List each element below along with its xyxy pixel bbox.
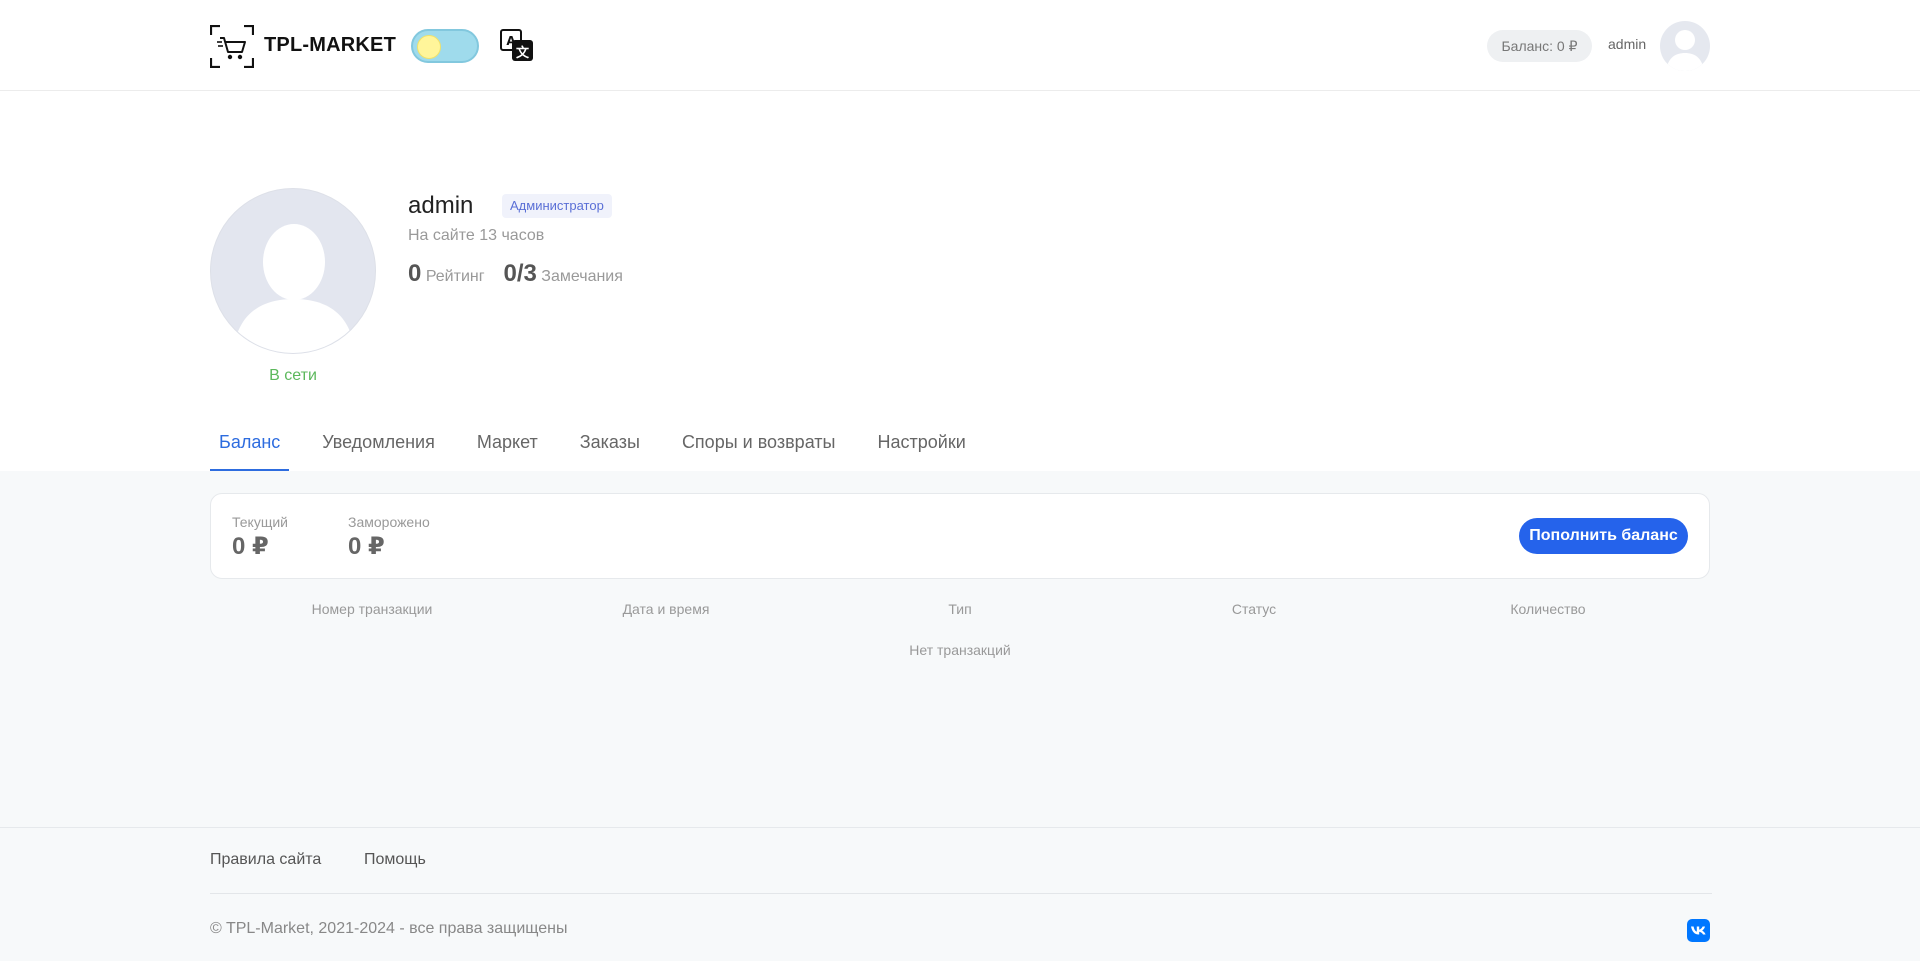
theme-toggle[interactable] [411,29,479,63]
tab-balance[interactable]: Баланс [210,420,290,471]
online-time: На сайте 13 часов [408,227,545,244]
frozen-balance-value: 0 ₽ [348,533,385,560]
user-silhouette-icon [1666,30,1704,71]
user-silhouette-icon [233,224,355,353]
profile-tabs: Баланс Уведомления Маркет Заказы Споры и… [210,420,999,471]
frozen-balance-label: Заморожено [348,514,430,530]
footer-divider [210,893,1712,894]
translate-icon[interactable]: A 文 [500,29,534,62]
warnings-value: 0/3 [503,260,537,287]
vk-icon[interactable] [1687,919,1710,942]
vk-logo-icon [1691,926,1706,935]
svg-text:文: 文 [516,45,530,61]
empty-transactions: Нет транзакций [909,642,1011,658]
online-status: В сети [269,367,317,384]
topup-button[interactable]: Пополнить баланс [1519,518,1688,554]
svg-text:A: A [506,34,516,48]
header: TPL-MARKET A 文 Баланс: 0 ₽ admin [0,0,1920,91]
balance-card: Текущий 0 ₽ Заморожено 0 ₽ Пополнить бал… [210,493,1710,579]
column-header-transaction-id: Номер транзакции [311,601,433,617]
tab-settings[interactable]: Настройки [869,420,975,471]
profile-name: admin [408,192,474,219]
cart-icon[interactable] [210,25,254,68]
column-header-status: Статус [1231,601,1277,617]
column-header-type: Тип [948,601,972,617]
tab-market[interactable]: Маркет [468,420,547,471]
current-balance-label: Текущий [232,514,288,530]
profile-stats: 0 Рейтинг 0/3 Замечания [408,260,623,288]
logo-text[interactable]: TPL-MARKET [264,34,396,57]
sun-icon [417,35,441,59]
footer-link-help[interactable]: Помощь [364,851,426,869]
profile-avatar [210,188,376,354]
tab-notifications[interactable]: Уведомления [313,420,444,471]
column-header-datetime: Дата и время [622,601,710,617]
tab-orders[interactable]: Заказы [571,420,649,471]
header-username[interactable]: admin [1608,36,1646,52]
header-balance[interactable]: Баланс: 0 ₽ [1487,30,1592,62]
tab-disputes[interactable]: Споры и возвраты [673,420,845,471]
avatar[interactable] [1660,21,1710,71]
role-badge: Администратор [502,194,612,218]
rating-label: Рейтинг [425,268,485,285]
warnings-label: Замечания [541,268,623,285]
footer: Правила сайта Помощь © TPL-Market, 2021-… [0,827,1920,961]
copyright: © TPL-Market, 2021-2024 - все права защи… [210,920,568,937]
column-header-amount: Количество [1510,601,1586,617]
footer-link-rules[interactable]: Правила сайта [210,851,321,869]
current-balance-value: 0 ₽ [232,533,269,560]
rating-value: 0 [408,260,422,287]
